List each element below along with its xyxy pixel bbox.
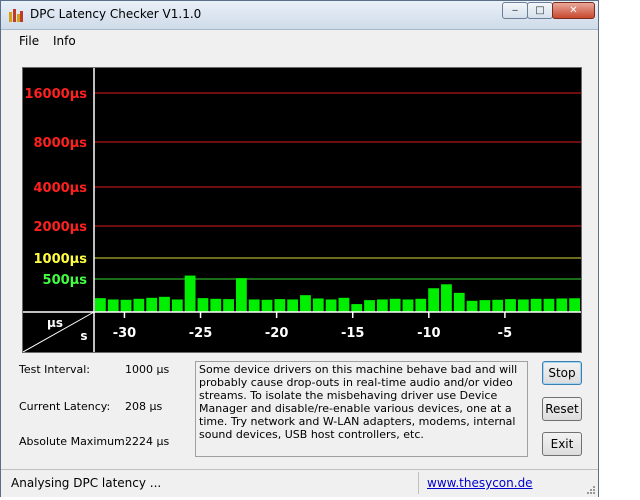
x-tick-label: -20: [265, 326, 289, 341]
close-button[interactable]: ✕: [552, 2, 595, 19]
latency-bar: [479, 300, 491, 312]
website-link[interactable]: www.thesycon.de: [427, 476, 533, 490]
exit-button[interactable]: Exit: [542, 432, 582, 456]
latency-bar: [415, 298, 427, 312]
latency-bar: [210, 298, 222, 312]
latency-bar: [530, 298, 542, 312]
x-tick-label: -15: [341, 326, 365, 341]
latency-bar: [517, 299, 529, 312]
latency-bar: [95, 298, 106, 312]
latency-bar: [364, 300, 375, 312]
x-tick-label: -10: [417, 326, 441, 341]
latency-chart-svg: 16000µs 8000µs 4000µs 2000µs 1000µs 500µs µs s -…: [22, 68, 581, 353]
latency-bar: [159, 296, 170, 312]
latency-bar: [146, 297, 158, 312]
info-text-box: Some device drivers on this machine beha…: [195, 361, 528, 457]
minimize-button[interactable]: ‒: [502, 2, 528, 19]
latency-bar: [338, 297, 350, 312]
window-title: DPC Latency Checker V1.1.0: [30, 7, 202, 21]
latency-bar: [453, 292, 465, 312]
latency-bar: [325, 299, 337, 312]
test-interval-value: 1000 µs: [125, 363, 170, 376]
x-axis-unit-label: s: [80, 329, 87, 343]
absolute-maximum-label: Absolute Maximum:: [19, 435, 129, 448]
test-interval-label: Test Interval:: [19, 363, 90, 376]
reset-button[interactable]: Reset: [542, 397, 582, 421]
y-axis-unit-label: µs: [47, 316, 63, 330]
latency-bar: [441, 284, 452, 312]
latency-bar: [466, 300, 478, 312]
latency-bar: [376, 299, 388, 312]
y-tick-label: 4000µs: [34, 181, 88, 196]
menu-info[interactable]: Info: [53, 34, 76, 48]
stop-button[interactable]: Stop: [542, 361, 582, 385]
x-tick-label: -5: [498, 326, 512, 341]
latency-bar: [235, 278, 247, 312]
latency-bar: [492, 299, 504, 312]
latency-bar: [300, 295, 311, 312]
y-tick-label: 2000µs: [34, 220, 88, 235]
y-tick-label: 16000µs: [24, 87, 87, 102]
status-text: Analysing DPC latency ...: [11, 476, 162, 490]
status-bar: Analysing DPC latency ... www.thesycon.d…: [1, 469, 598, 497]
latency-bar: [223, 299, 234, 312]
latency-bar: [402, 299, 414, 312]
latency-bar: [261, 299, 273, 312]
status-divider: [418, 472, 419, 494]
current-latency-value: 208 µs: [125, 400, 163, 413]
y-tick-label: 1000µs: [34, 252, 88, 267]
y-tick-label: 500µs: [43, 273, 88, 288]
menu-bar: File Info: [1, 30, 598, 52]
x-tick-label: -30: [113, 326, 137, 341]
latency-bar: [197, 298, 209, 312]
latency-bar: [312, 298, 324, 312]
latency-bar: [184, 275, 196, 312]
latency-bar: [120, 299, 132, 312]
menu-file[interactable]: File: [19, 34, 39, 48]
y-tick-label: 8000µs: [34, 136, 88, 151]
current-latency-label: Current Latency:: [19, 400, 111, 413]
title-bar[interactable]: DPC Latency Checker V1.1.0 ‒ □ ✕: [1, 1, 598, 30]
latency-bar: [248, 299, 260, 312]
latency-bar: [569, 298, 580, 312]
latency-bar: [428, 288, 440, 312]
resize-grip-icon[interactable]: [586, 485, 596, 495]
latency-bar: [274, 299, 286, 312]
latency-bar: [133, 298, 145, 312]
latency-bar: [505, 299, 516, 312]
absolute-maximum-value: 2224 µs: [125, 435, 170, 448]
latency-bar: [351, 304, 363, 312]
latency-bar: [171, 299, 183, 312]
latency-bar: [543, 298, 555, 312]
latency-bar: [287, 299, 299, 312]
latency-bar: [389, 298, 401, 312]
latency-chart: 16000µs 8000µs 4000µs 2000µs 1000µs 500µs µs s -…: [22, 67, 582, 353]
maximize-button[interactable]: □: [527, 2, 553, 19]
app-icon: [9, 9, 23, 22]
x-tick-label: -25: [189, 326, 213, 341]
app-window: DPC Latency Checker V1.1.0 ‒ □ ✕ File In…: [0, 0, 599, 497]
latency-bar: [107, 299, 119, 312]
latency-bar: [556, 298, 568, 312]
